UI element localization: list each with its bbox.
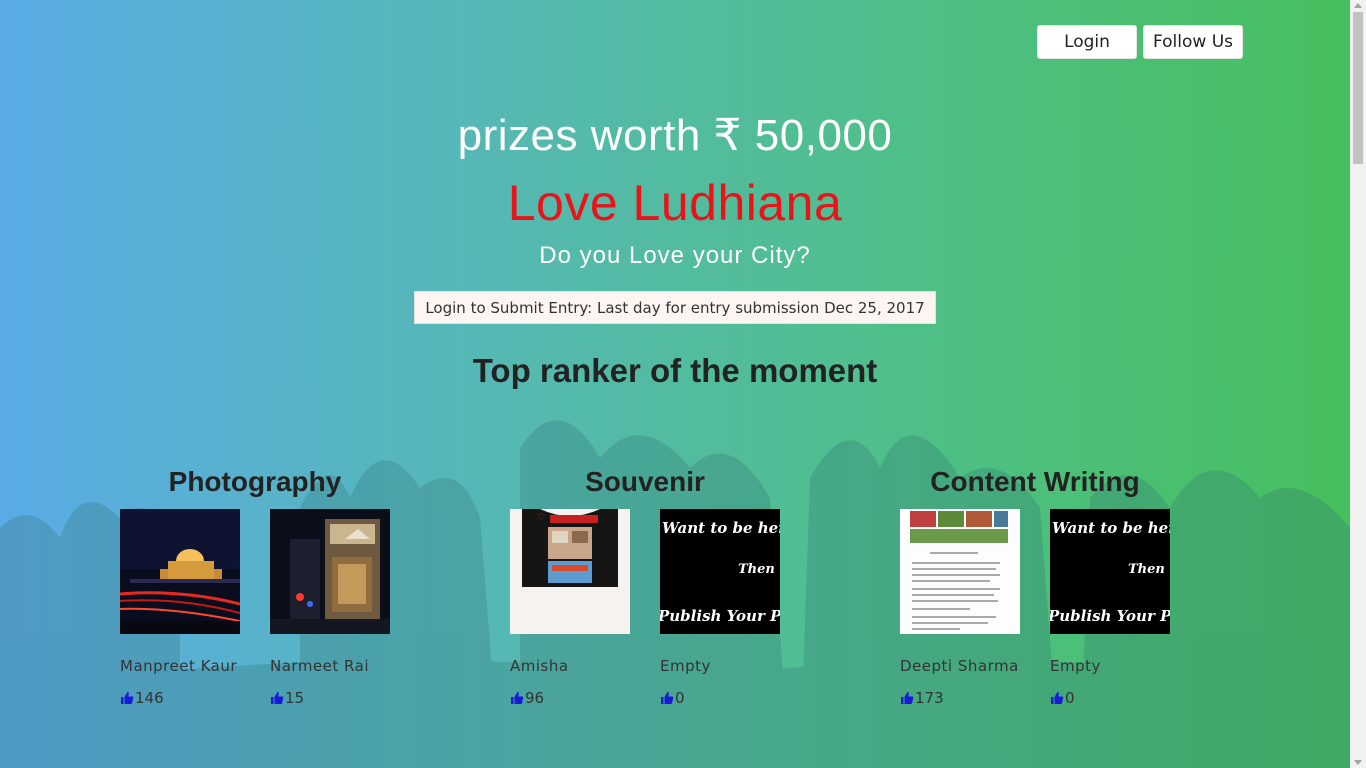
submit-entry-button[interactable]: Login to Submit Entry: Last day for entr…	[414, 291, 936, 324]
like-count-value: 0	[1065, 689, 1075, 707]
entry-card[interactable]: Manpreet Kaur 146	[120, 509, 240, 707]
entry-card[interactable]: Deepti Sharma 173	[900, 509, 1020, 707]
placeholder-line: Want to be here?	[1052, 519, 1170, 537]
like-count[interactable]: 173	[900, 689, 944, 707]
thumbs-up-icon[interactable]	[900, 691, 914, 705]
like-count[interactable]: 146	[120, 689, 164, 707]
category-heading: Photography	[168, 466, 342, 497]
like-count-value: 15	[285, 689, 305, 707]
scrollbar-thumb[interactable]	[1353, 12, 1363, 164]
thumbs-up-icon[interactable]	[270, 691, 284, 705]
thumbs-up-icon[interactable]	[120, 691, 134, 705]
entry-card[interactable]: Narmeet Rai 15	[270, 509, 390, 707]
entry-author[interactable]: Amisha	[510, 657, 569, 675]
thumbs-up-icon[interactable]	[1050, 691, 1064, 705]
tagline: Do you Love your City?	[539, 242, 811, 269]
entry-image[interactable]: Want to be here? Then Publish Your Post	[1050, 509, 1170, 634]
entry-author[interactable]: Narmeet Rai	[270, 657, 369, 675]
entry-image[interactable]	[120, 509, 240, 634]
like-count-value: 173	[915, 689, 944, 707]
scroll-up-icon[interactable]	[1354, 3, 1362, 8]
like-count[interactable]: 15	[270, 689, 304, 707]
entry-image[interactable]: ♡	[510, 509, 630, 634]
entry-image[interactable]	[900, 509, 1020, 634]
entry-author[interactable]: Deepti Sharma	[900, 657, 1019, 675]
category-heading: Souvenir	[585, 466, 705, 497]
login-button[interactable]: Login	[1037, 25, 1137, 59]
placeholder-line: Then	[1128, 562, 1165, 577]
entry-image[interactable]	[270, 509, 390, 634]
entry-card[interactable]: Want to be here? Then Publish Your Post …	[660, 509, 780, 707]
entry-author[interactable]: Empty	[1050, 657, 1101, 675]
like-count[interactable]: 0	[660, 689, 685, 707]
top-ranker-heading: Top ranker of the moment	[472, 352, 878, 389]
thumbs-up-icon[interactable]	[660, 691, 674, 705]
placeholder-line: Publish Your Post	[660, 607, 780, 625]
placeholder-line: Want to be here?	[662, 519, 780, 537]
vertical-scrollbar[interactable]	[1350, 0, 1366, 768]
placeholder-line: Then	[738, 562, 775, 577]
entry-card[interactable]: ♡ Amisha 96	[510, 509, 630, 707]
scroll-down-icon[interactable]	[1354, 760, 1362, 765]
svg-text:♡: ♡	[537, 513, 545, 523]
thumbs-up-icon[interactable]	[510, 691, 524, 705]
placeholder-line: Publish Your Post	[1050, 607, 1170, 625]
category-heading: Content Writing	[930, 466, 1140, 497]
entry-image[interactable]: Want to be here? Then Publish Your Post	[660, 509, 780, 634]
prizes-heading: prizes worth ₹ 50,000	[457, 111, 893, 160]
entry-author[interactable]: Manpreet Kaur	[120, 657, 237, 675]
like-count-value: 146	[135, 689, 164, 707]
page-title: Love Ludhiana	[507, 175, 843, 231]
entry-card[interactable]: Want to be here? Then Publish Your Post …	[1050, 509, 1170, 707]
entry-author[interactable]: Empty	[660, 657, 711, 675]
like-count-value: 96	[525, 689, 545, 707]
like-count-value: 0	[675, 689, 685, 707]
follow-us-button[interactable]: Follow Us	[1143, 25, 1243, 59]
like-count[interactable]: 0	[1050, 689, 1075, 707]
like-count[interactable]: 96	[510, 689, 544, 707]
submit-entry-wrapper: Login to Submit Entry: Last day for entr…	[0, 291, 1350, 324]
